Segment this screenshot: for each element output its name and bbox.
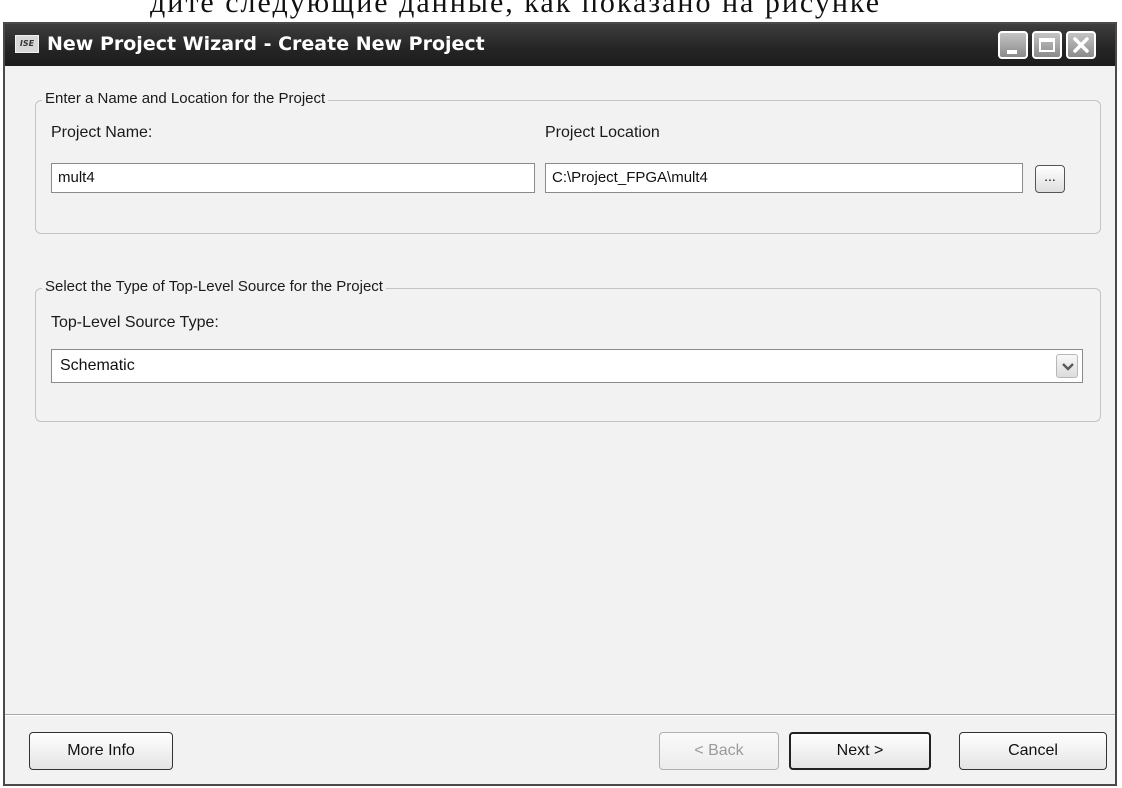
- page-top-text: дите следующие данные, как показано на р…: [150, 0, 882, 19]
- ise-app-icon: ISE: [15, 35, 39, 53]
- source-type-dropdown[interactable]: Schematic: [51, 349, 1083, 383]
- more-info-button[interactable]: More Info: [29, 732, 173, 770]
- browse-location-button[interactable]: ...: [1035, 165, 1065, 193]
- chevron-down-icon: [1062, 363, 1074, 371]
- minimize-button[interactable]: [998, 31, 1028, 59]
- next-button[interactable]: Next >: [789, 732, 931, 770]
- back-button[interactable]: < Back: [659, 732, 779, 770]
- source-type-selected-value: Schematic: [60, 357, 135, 374]
- source-type-label: Top-Level Source Type:: [51, 314, 219, 331]
- project-name-input[interactable]: mult4: [51, 163, 535, 193]
- title-bar[interactable]: ISE New Project Wizard - Create New Proj…: [5, 24, 1115, 66]
- footer-separator: [5, 714, 1115, 716]
- window-title: New Project Wizard - Create New Project: [47, 33, 485, 55]
- source-type-legend: Select the Type of Top-Level Source for …: [42, 278, 386, 295]
- cancel-button[interactable]: Cancel: [959, 732, 1107, 770]
- close-icon: [1073, 37, 1089, 53]
- new-project-wizard-window: ISE New Project Wizard - Create New Proj…: [3, 22, 1117, 786]
- dropdown-arrow-button[interactable]: [1056, 354, 1078, 378]
- page-top-text-fragment: дите следующие данные, как показано на р…: [0, 0, 1122, 24]
- project-name-label: Project Name:: [51, 124, 153, 141]
- project-location-label: Project Location: [545, 124, 660, 141]
- maximize-button[interactable]: [1032, 31, 1062, 59]
- name-location-legend: Enter a Name and Location for the Projec…: [42, 90, 329, 107]
- project-location-input[interactable]: C:\Project_FPGA\mult4: [545, 163, 1023, 193]
- close-button[interactable]: [1066, 31, 1096, 59]
